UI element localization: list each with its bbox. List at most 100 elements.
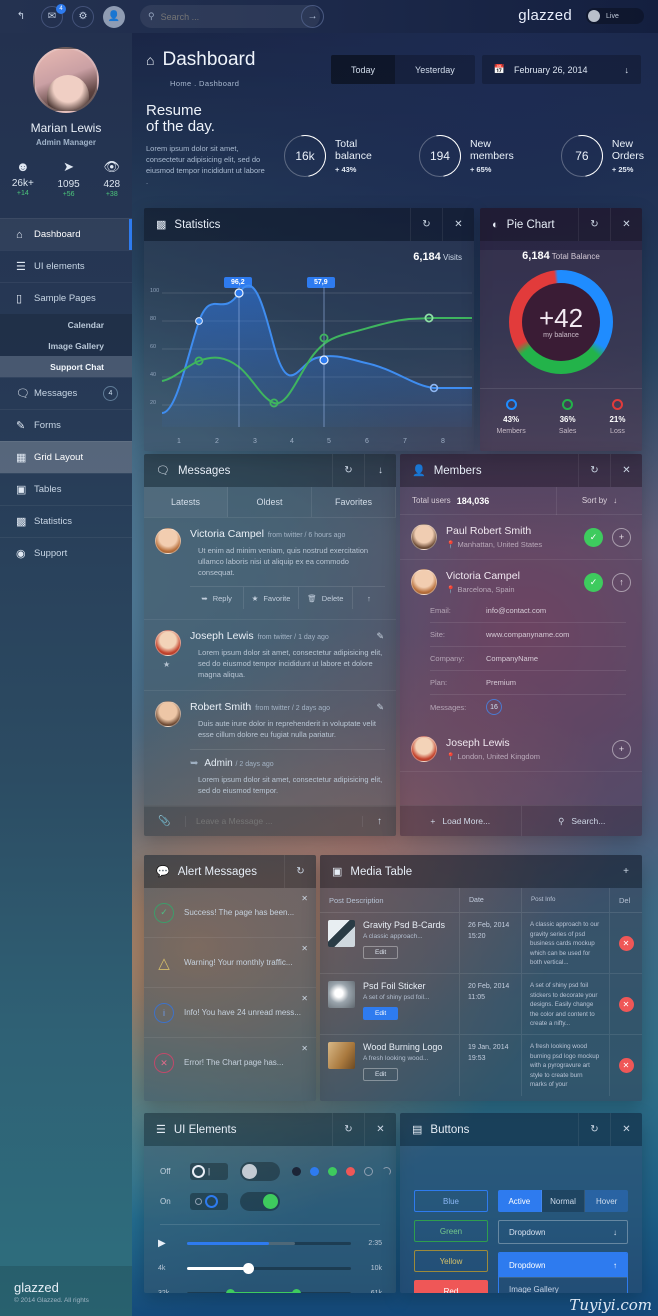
compose-input[interactable]	[186, 816, 362, 826]
slider-track[interactable]	[187, 1242, 351, 1245]
refresh-icon[interactable]: ↻	[578, 1113, 610, 1146]
back-arrow-icon[interactable]: ↰	[10, 6, 32, 28]
refresh-icon[interactable]: ↻	[332, 1113, 364, 1146]
round-toggle-on[interactable]	[240, 1191, 280, 1211]
sidebar-item-support[interactable]: ◉ Support	[0, 537, 132, 569]
refresh-icon[interactable]: ↻	[410, 208, 442, 241]
sidebar-subitem-image-gallery[interactable]: Image Gallery	[0, 335, 132, 356]
edit-button[interactable]: Edit	[363, 1007, 399, 1020]
member-verified-badge[interactable]: ✓	[584, 572, 603, 592]
button-green[interactable]: Green	[414, 1220, 488, 1242]
button-red[interactable]: Red	[414, 1280, 488, 1293]
close-icon[interactable]: ✕	[301, 944, 308, 953]
edit-button[interactable]: Edit	[363, 1068, 399, 1081]
close-icon[interactable]: ✕	[301, 1044, 308, 1053]
sidebar-item-sample-pages[interactable]: ▯ Sample Pages	[0, 282, 132, 314]
member-row[interactable]: Joseph Lewis 📍 London, United Kingdom +	[400, 727, 642, 772]
paperclip-icon[interactable]: 📎	[144, 815, 186, 827]
user-icon[interactable]: 👤	[103, 5, 125, 28]
dropdown-closed[interactable]: Dropdown ↓	[498, 1220, 628, 1244]
sidebar-item-grid-layout[interactable]: ▦ Grid Layout	[0, 441, 132, 473]
date-picker[interactable]: 📅 February 26, 2014 ↓	[481, 55, 641, 84]
tab-today[interactable]: Today	[331, 55, 396, 84]
profile-name: Marian Lewis	[30, 121, 102, 135]
slider-handle-high[interactable]	[291, 1289, 301, 1293]
edit-icon[interactable]: ✎	[376, 631, 384, 642]
collapse-message-button[interactable]: ↑	[353, 587, 385, 609]
button-blue[interactable]: Blue	[414, 1190, 488, 1212]
member-collapse-button[interactable]: ↑	[612, 572, 631, 592]
dot-blue[interactable]	[310, 1166, 319, 1176]
close-icon[interactable]: ✕	[364, 1113, 396, 1146]
members-search-button[interactable]: ⚲ Search...	[522, 806, 643, 836]
member-verified-badge[interactable]: ✓	[584, 527, 603, 547]
delete-button[interactable]: ✕	[618, 935, 634, 951]
slider-handle-low[interactable]	[226, 1289, 236, 1293]
delete-button[interactable]: ✕	[618, 1058, 634, 1073]
load-more-button[interactable]: + Load More...	[400, 806, 522, 836]
dot-outline[interactable]	[364, 1166, 373, 1176]
delete-button[interactable]: 🗑 Delete	[299, 587, 353, 609]
sidebar-item-ui-elements[interactable]: ☰ UI elements	[0, 250, 132, 282]
live-toggle[interactable]: Live	[586, 8, 644, 24]
state-normal[interactable]: Normal	[541, 1190, 586, 1212]
button-yellow[interactable]: Yellow	[414, 1250, 488, 1272]
close-icon[interactable]: ✕	[442, 208, 474, 241]
refresh-icon[interactable]: ↻	[284, 855, 316, 888]
member-add-button[interactable]: +	[612, 739, 631, 759]
state-active[interactable]: Active	[498, 1190, 542, 1212]
slider-handle[interactable]	[242, 1263, 254, 1274]
member-add-button[interactable]: +	[612, 527, 631, 547]
square-toggle-on[interactable]	[190, 1192, 228, 1210]
plus-icon[interactable]: +	[610, 855, 642, 888]
dot-green-check[interactable]	[328, 1166, 337, 1176]
star-icon[interactable]: ★	[163, 660, 170, 669]
sidebar-item-tables[interactable]: ▣ Tables	[0, 473, 132, 505]
sidebar-item-statistics[interactable]: ▩ Statistics	[0, 505, 132, 537]
square-toggle-off[interactable]: |	[190, 1162, 228, 1180]
sidebar-item-dashboard[interactable]: ⌂ Dashboard	[0, 218, 132, 250]
sidebar-item-messages[interactable]: 🗨 Messages 4	[0, 377, 132, 409]
edit-button[interactable]: Edit	[363, 946, 399, 959]
refresh-icon[interactable]: ↻	[578, 208, 610, 241]
favorite-button[interactable]: ★ Favorite	[244, 587, 299, 609]
gear-icon[interactable]: ⚙	[72, 5, 94, 28]
tab-favorites[interactable]: Favorites	[312, 487, 396, 517]
sidebar-subitem-support-chat[interactable]: Support Chat	[0, 356, 132, 377]
delete-button[interactable]: ✕	[618, 996, 634, 1012]
close-icon[interactable]: ✕	[610, 454, 642, 487]
dot-red[interactable]	[346, 1166, 355, 1176]
refresh-icon[interactable]: ↻	[332, 454, 364, 487]
collapse-icon[interactable]: ↓	[364, 454, 396, 487]
dropdown-open-header[interactable]: Dropdown ↑	[499, 1253, 627, 1277]
member-row[interactable]: Paul Robert Smith 📍 Manhattan, United St…	[400, 515, 642, 560]
refresh-icon[interactable]: ↻	[578, 454, 610, 487]
play-icon[interactable]: ▶	[158, 1238, 178, 1249]
dot-dark[interactable]	[292, 1166, 301, 1176]
tab-latests[interactable]: Latests	[144, 487, 228, 517]
tab-oldest[interactable]: Oldest	[228, 487, 312, 517]
sidebar-item-forms[interactable]: ✎ Forms	[0, 409, 132, 441]
tab-yesterday[interactable]: Yesterday	[395, 55, 475, 84]
search-submit-button[interactable]: →	[301, 5, 324, 28]
member-row[interactable]: Victoria Campel 📍 Barcelona, Spain ✓ ↑	[400, 560, 642, 599]
edit-icon[interactable]: ✎	[376, 702, 384, 713]
slider-track[interactable]	[187, 1289, 351, 1293]
dropdown-item-image-gallery[interactable]: Image Gallery	[499, 1277, 627, 1293]
mail-icon[interactable]: ✉ 4	[41, 3, 66, 28]
sidebar-subitem-calendar[interactable]: Calendar	[0, 314, 132, 335]
sort-by-button[interactable]: Sort by ↓	[556, 486, 642, 515]
close-icon[interactable]: ✕	[610, 208, 642, 241]
search-box[interactable]: ⚲ →	[140, 5, 324, 28]
search-input[interactable]	[160, 11, 312, 22]
send-button[interactable]: ↑	[362, 815, 396, 827]
round-toggle-off[interactable]	[240, 1161, 280, 1181]
reply-button[interactable]: ➥ Reply	[190, 587, 245, 609]
chevron-down-icon[interactable]: ↓	[625, 65, 630, 75]
close-icon[interactable]: ✕	[610, 1113, 642, 1146]
state-hover[interactable]: Hover	[585, 1190, 628, 1212]
close-icon[interactable]: ✕	[301, 994, 308, 1003]
slider-track[interactable]	[187, 1263, 351, 1274]
message-author: Victoria Campel	[190, 528, 264, 540]
close-icon[interactable]: ✕	[301, 894, 308, 903]
